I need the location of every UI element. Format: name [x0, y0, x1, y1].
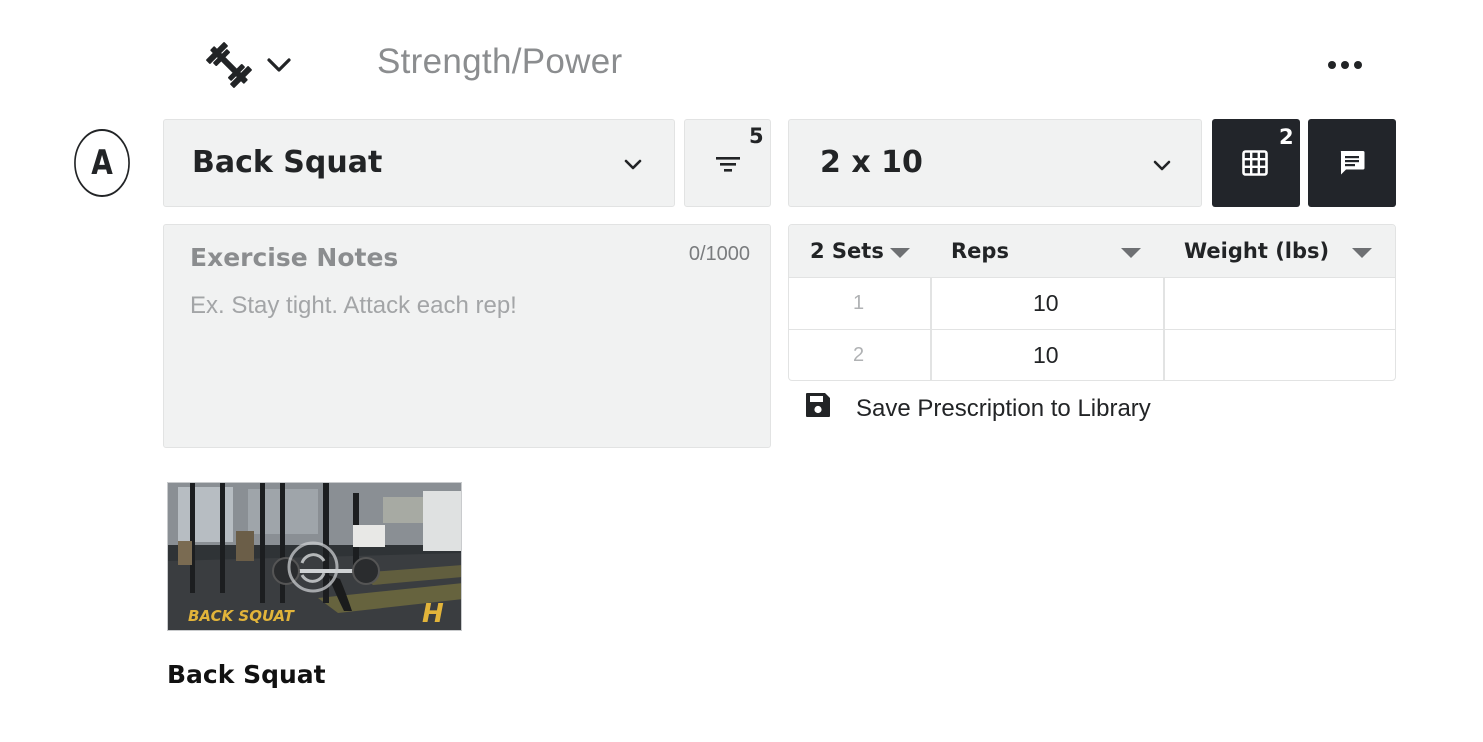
notes-placeholder: Ex. Stay tight. Attack each rep!: [190, 292, 517, 319]
prescription-select[interactable]: 2 x 10: [788, 119, 1202, 207]
save-icon: [804, 391, 832, 419]
section-title: Strength/Power: [377, 42, 623, 81]
exercise-name: Back Squat: [192, 145, 383, 180]
table-row: 1 10: [789, 277, 1395, 329]
caret-down-icon[interactable]: [890, 248, 910, 258]
filter-button[interactable]: 5: [684, 119, 771, 207]
sets-grid-button[interactable]: 2: [1212, 119, 1300, 207]
more-options-icon[interactable]: [1320, 48, 1372, 82]
notes-char-counter: 0/1000: [688, 243, 750, 265]
reps-cell[interactable]: 10: [1033, 342, 1059, 369]
comment-button[interactable]: [1308, 119, 1396, 207]
table-row: 2 10: [789, 329, 1395, 380]
caret-down-icon[interactable]: [1352, 248, 1372, 258]
set-number: 2: [853, 344, 865, 366]
barbell-icon[interactable]: [203, 40, 255, 90]
caret-down-icon[interactable]: [1121, 248, 1141, 258]
prescription-value: 2 x 10: [820, 145, 923, 180]
video-title: Back Squat: [167, 660, 326, 689]
exercise-letter-badge: A: [74, 129, 130, 197]
chevron-down-icon[interactable]: [262, 48, 296, 82]
video-logo-text: H: [422, 599, 444, 629]
exercise-video-thumbnail[interactable]: BACK SQUAT H: [167, 482, 462, 631]
reps-column-header[interactable]: Reps: [951, 239, 1009, 263]
grid-icon: [1242, 150, 1268, 176]
weight-column-header[interactable]: Weight (lbs): [1184, 239, 1329, 263]
filter-icon: [715, 154, 741, 174]
sets-table: 2 Sets Reps Weight (lbs) 1 10 2 10: [788, 224, 1396, 381]
chevron-down-icon: [622, 156, 644, 172]
exercise-select[interactable]: Back Squat: [163, 119, 675, 207]
save-prescription-label: Save Prescription to Library: [856, 395, 1151, 422]
chevron-down-icon: [1151, 157, 1173, 173]
column-divider: [1163, 277, 1165, 380]
filter-count-badge: 5: [749, 124, 764, 148]
grid-count-badge: 2: [1279, 125, 1294, 149]
reps-cell[interactable]: 10: [1033, 290, 1059, 317]
comment-icon: [1338, 149, 1366, 177]
sets-table-header: 2 Sets Reps Weight (lbs): [789, 225, 1395, 277]
video-overlay-text: BACK SQUAT: [188, 607, 296, 625]
notes-label: Exercise Notes: [190, 243, 399, 272]
set-number: 1: [853, 292, 865, 314]
column-divider: [930, 277, 932, 380]
sets-column-header[interactable]: 2 Sets: [810, 239, 884, 263]
exercise-notes-field[interactable]: Exercise Notes 0/1000 Ex. Stay tight. At…: [163, 224, 771, 448]
